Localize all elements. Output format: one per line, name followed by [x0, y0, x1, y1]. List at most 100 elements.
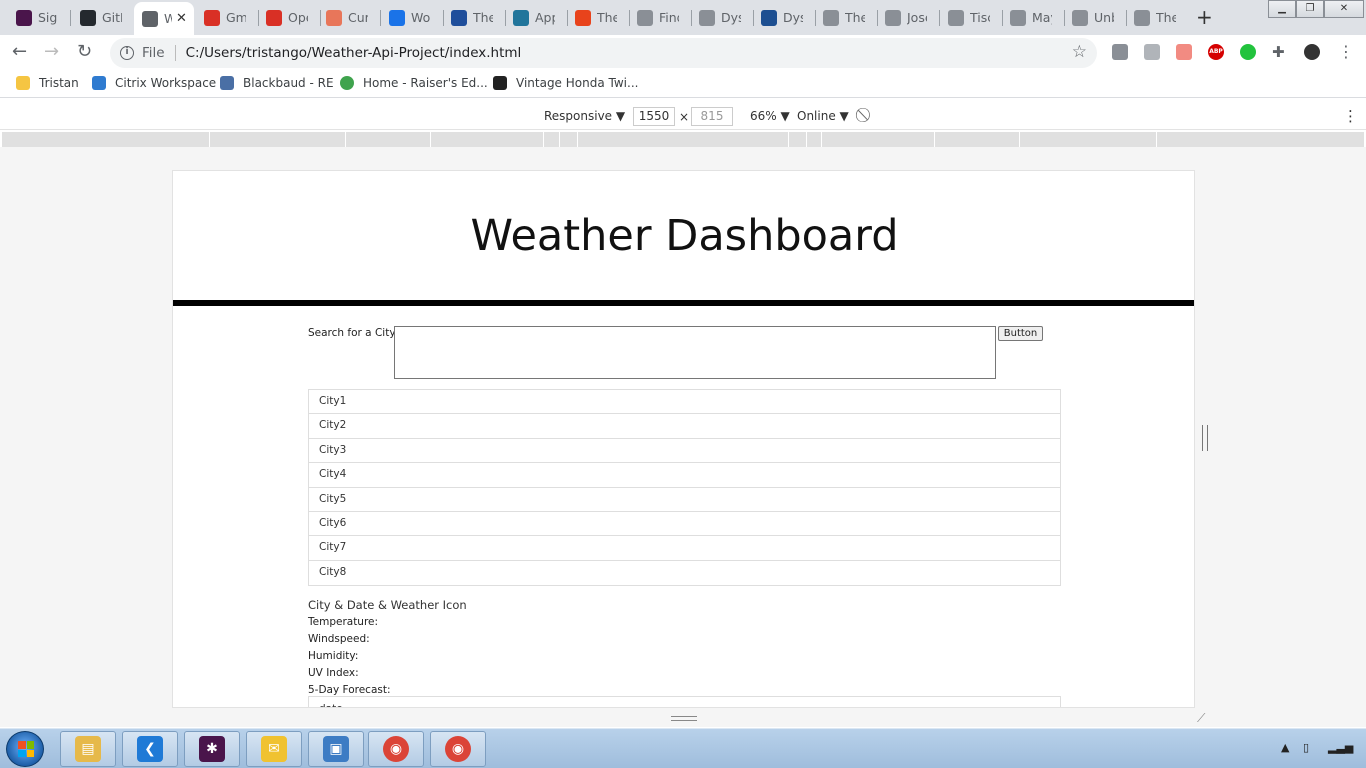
browser-tab[interactable]: App	[505, 5, 565, 30]
city-list-item[interactable]: City8	[309, 561, 1060, 585]
url-text[interactable]: C:/Users/tristango/Weather-Api-Project/i…	[186, 45, 522, 61]
resize-handle-corner[interactable]: ⟋	[1197, 711, 1205, 726]
browser-tab[interactable]: W ✕	[134, 2, 194, 35]
resize-handle-right[interactable]	[1202, 425, 1208, 451]
browser-tab[interactable]: Dysc	[691, 5, 751, 30]
taskbar-app-button[interactable]: ◉	[368, 731, 424, 767]
taskbar-app-button[interactable]: ◉	[430, 731, 486, 767]
city-list: City1 City2 City3 City4 City5 City6 City7 City8	[308, 389, 1061, 587]
tray-device-icon[interactable]: ▯	[1303, 741, 1309, 754]
bookmark-label: Blackbaud - RE	[243, 76, 334, 90]
bookmark-item[interactable]: Tristan	[16, 76, 79, 90]
taskbar-app-button[interactable]: ❮	[122, 731, 178, 767]
slack-icon: ✱	[199, 736, 225, 762]
taskbar-app-button[interactable]: ✱	[184, 731, 240, 767]
cast-extension-icon[interactable]	[1176, 44, 1192, 60]
tab-title: App	[535, 10, 555, 25]
diamond-icon	[1134, 9, 1150, 26]
tab-title: Dysc	[783, 10, 803, 25]
bookmark-star-icon[interactable]: ☆	[1072, 42, 1087, 62]
browser-tab[interactable]: The	[815, 5, 875, 30]
zoom-select[interactable]: 66% ▼	[750, 109, 790, 123]
browser-tab[interactable]: The	[1126, 5, 1186, 30]
browser-tab[interactable]: Jose	[877, 5, 937, 30]
extension-icon[interactable]	[1112, 44, 1128, 60]
browser-tab[interactable]: The	[443, 5, 503, 30]
forecast-card: date	[308, 696, 1061, 707]
info-icon[interactable]: i	[120, 46, 134, 60]
city-list-item[interactable]: City5	[309, 488, 1060, 512]
bookmark-item[interactable]: Home - Raiser's Ed...	[340, 76, 488, 90]
taskbar-app-button[interactable]: ▤	[60, 731, 116, 767]
pdf-extension-icon[interactable]	[1144, 44, 1160, 60]
device-select[interactable]: Responsive ▼	[544, 109, 625, 123]
diamond-icon	[1010, 9, 1026, 26]
browser-tab[interactable]: The	[567, 5, 627, 30]
tab-strip: + ▁ ❐ ✕ SignGitHW✕GmaOpeCurrWorTheAppThe…	[0, 0, 1366, 35]
city-list-item[interactable]: City2	[309, 414, 1060, 439]
city-list-item[interactable]: City1	[309, 390, 1060, 415]
city-search-input[interactable]	[394, 326, 996, 379]
address-bar[interactable]: i File C:/Users/tristango/Weather-Api-Pr…	[110, 38, 1097, 68]
browser-tab[interactable]: GitH	[72, 5, 132, 30]
network-throttle-select[interactable]: Online ▼	[797, 109, 849, 123]
search-button[interactable]: Button	[998, 326, 1043, 341]
bookmark-item[interactable]: Citrix Workspace	[92, 76, 216, 90]
device-toolbar: Responsive ▼ 1550 × 815 66% ▼ Online ▼ ⃠…	[0, 103, 1366, 130]
city-list-item[interactable]: City4	[309, 463, 1060, 488]
browser-tab[interactable]: Curr	[318, 5, 378, 30]
tray-expand-icon[interactable]: ▲	[1281, 741, 1289, 754]
resize-handle-bottom[interactable]	[671, 716, 697, 721]
viewport-height-input[interactable]: 815	[691, 107, 733, 126]
new-tab-button[interactable]: +	[1196, 5, 1213, 29]
maximize-button[interactable]: ❐	[1296, 0, 1324, 18]
reload-icon[interactable]: ↻	[77, 41, 92, 62]
uv-index-label: UV Index:	[308, 667, 359, 679]
devtools-more-icon[interactable]: ⋮	[1343, 107, 1358, 125]
profile-avatar[interactable]	[1304, 44, 1320, 60]
bookmark-item[interactable]: Vintage Honda Twi...	[493, 76, 638, 90]
browser-tab[interactable]: Find	[629, 5, 689, 30]
viewport-width-input[interactable]: 1550	[633, 107, 675, 126]
puzzle-extensions-icon[interactable]: ✚	[1272, 44, 1288, 60]
browser-tab[interactable]: May	[1002, 5, 1062, 30]
bookmark-item[interactable]: Blackbaud - RE	[220, 76, 334, 90]
forward-arrow-icon[interactable]: →	[44, 41, 59, 62]
tab-title: Tisc	[970, 10, 990, 25]
diamond-icon	[823, 9, 839, 26]
diamond-icon	[948, 9, 964, 26]
browser-tab[interactable]: Dysc	[753, 5, 813, 30]
menu-dots-icon[interactable]: ⋮	[1338, 44, 1354, 60]
taskbar: ▲ ▯ ▂▃▅ ▤ ❮ ✱ ✉ ▣ ◉ ◉	[0, 728, 1366, 768]
browser-tab[interactable]: Tisc	[940, 5, 1000, 30]
person-icon	[389, 9, 405, 26]
close-window-button[interactable]: ✕	[1324, 0, 1364, 18]
wordpress-icon	[513, 9, 529, 26]
browser-tab[interactable]: Sign	[8, 5, 68, 30]
start-button[interactable]	[6, 731, 44, 767]
media-query-bar[interactable]	[2, 132, 1364, 147]
green-extension-icon[interactable]	[1240, 44, 1256, 60]
browser-tab[interactable]: Wor	[381, 5, 441, 30]
cct-icon	[575, 9, 591, 26]
chrome-icon: ◉	[383, 736, 409, 762]
city-list-item[interactable]: City3	[309, 439, 1060, 464]
taskbar-app-button[interactable]: ✉	[246, 731, 302, 767]
browser-tab[interactable]: Ope	[258, 5, 318, 30]
browser-tab[interactable]: Gma	[196, 5, 256, 30]
minimize-button[interactable]: ▁	[1268, 0, 1296, 18]
forecast-label: 5-Day Forecast:	[308, 684, 391, 696]
city-list-item[interactable]: City6	[309, 512, 1060, 537]
tab-title: The	[845, 10, 865, 25]
back-arrow-icon[interactable]: ←	[12, 41, 27, 62]
taskbar-app-button[interactable]: ▣	[308, 731, 364, 767]
close-tab-icon[interactable]: ✕	[176, 11, 187, 26]
times-sign: ×	[679, 110, 690, 124]
diamond-icon	[885, 9, 901, 26]
browser-tab[interactable]: Unb	[1064, 5, 1124, 30]
city-list-item[interactable]: City7	[309, 536, 1060, 561]
outlook-calendar-icon: ✉	[261, 736, 287, 762]
adblock-icon[interactable]: ABP	[1208, 44, 1224, 60]
tab-title: The	[1156, 10, 1176, 25]
network-icon[interactable]: ▂▃▅	[1328, 741, 1353, 754]
